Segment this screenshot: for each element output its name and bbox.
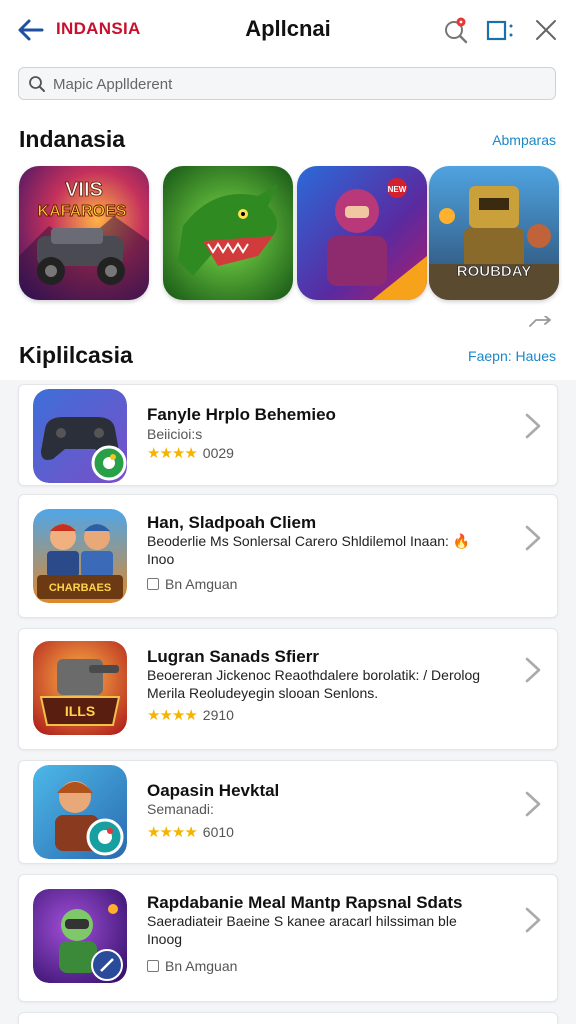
app-4-stars: ★★★★ <box>147 824 198 841</box>
featured-section: Indanasia Abmparas VIIS KAFAROES NEW ROU… <box>0 118 576 380</box>
app-1-icon <box>33 389 127 483</box>
app-5-meta: Bn Amguan <box>147 958 237 974</box>
app-2-description: Beoderlie Ms Sonlersal Carero Shldilemol… <box>147 533 471 567</box>
back-arrow-icon[interactable] <box>16 17 44 43</box>
app-4-subtitle: Semanadi: <box>147 801 214 817</box>
close-icon[interactable] <box>532 16 560 44</box>
app-3-icon-text: ILLS <box>65 703 95 719</box>
featured-app-robot[interactable]: ROUBDAY <box>429 166 559 300</box>
app-3-description: Beoereran Jickenoc Reaothdalere borolati… <box>147 667 481 701</box>
app-2-checkbox[interactable] <box>147 578 159 590</box>
app-2-name: Han, Sladpoah Cliem <box>147 513 317 532</box>
app-card-5[interactable]: Rapdabanie Meal Mantp Rapsnal Sdats Saer… <box>18 874 558 1002</box>
app-card-6-partial[interactable] <box>18 1012 558 1024</box>
app-5-checkbox[interactable] <box>147 960 159 972</box>
featured-app-dragon[interactable] <box>163 166 293 300</box>
app-card-1[interactable]: Fanyle Hrplo Behemieo Beiicioi:s ★★★★ 00… <box>18 384 558 486</box>
search-notification-icon[interactable] <box>442 16 470 44</box>
app-1-chevron-icon[interactable] <box>521 411 543 441</box>
app-2-chevron-icon[interactable] <box>521 523 543 553</box>
app-4-chevron-icon[interactable] <box>521 789 543 819</box>
apps-see-all-link[interactable]: Faepn: Haues <box>468 348 556 364</box>
top-bar: INDANSIA Apllcnai <box>0 0 576 61</box>
app-3-rating-value: 2910 <box>202 707 234 723</box>
app-5-name: Rapdabanie Meal Mantp Rapsnal Sdats <box>147 893 463 912</box>
app-3-stars: ★★★★ <box>147 707 198 724</box>
app-3-name: Lugran Sanads Sfierr <box>147 647 319 666</box>
app-1-rating: ★★★★ 0029 <box>147 444 234 462</box>
app-4-icon <box>33 765 127 859</box>
search-bar-area <box>0 60 576 118</box>
app-4-rating-value: 6010 <box>202 824 234 840</box>
search-input[interactable] <box>51 68 545 101</box>
app-card-4[interactable]: Oapasin Hevktal Semanadi: ★★★★ 6010 <box>18 760 558 864</box>
featured-app-1-title-line2: KAFAROES <box>38 203 127 220</box>
app-1-subtitle: Beiicioi:s <box>147 426 203 442</box>
app-2-icon-text: CHARBAES <box>49 582 111 594</box>
app-2-meta: Bn Amguan <box>147 576 237 592</box>
featured-see-all-link[interactable]: Abmparas <box>492 132 556 148</box>
featured-app-racing[interactable]: VIIS KAFAROES <box>19 166 149 300</box>
featured-apps-row: VIIS KAFAROES NEW ROUBDAY <box>19 166 559 300</box>
app-3-icon: ILLS <box>33 641 127 735</box>
app-card-2[interactable]: CHARBAES Han, Sladpoah Cliem Beoderlie M… <box>18 494 558 618</box>
featured-app-hero[interactable]: NEW <box>297 166 427 300</box>
app-2-icon: CHARBAES <box>33 509 127 603</box>
scroll-more-arrow-icon[interactable] <box>528 316 554 332</box>
app-card-3[interactable]: ILLS Lugran Sanads Sfierr Beoereran Jick… <box>18 628 558 750</box>
app-5-chevron-icon[interactable] <box>521 905 543 935</box>
app-4-name: Oapasin Hevktal <box>147 781 280 800</box>
featured-app-1-title-line1: VIIS <box>65 179 103 201</box>
featured-app-4-title: ROUBDAY <box>457 263 531 280</box>
app-1-stars: ★★★★ <box>147 445 198 462</box>
app-3-rating: ★★★★ 2910 <box>147 706 234 724</box>
app-2-meta-text: Bn Amguan <box>165 576 238 592</box>
window-icon[interactable] <box>486 16 514 44</box>
app-1-name: Fanyle Hrplo Behemieo <box>147 405 336 424</box>
app-3-chevron-icon[interactable] <box>521 655 543 685</box>
featured-app-3-badge: NEW <box>388 185 407 194</box>
search-icon <box>29 76 45 92</box>
app-5-description: Saeradiateir Baeine S kanee aracarl hils… <box>147 913 457 947</box>
app-5-icon <box>33 889 127 983</box>
brand-label: INDANSIA <box>56 19 141 38</box>
app-1-rating-value: 0029 <box>202 445 234 461</box>
app-4-rating: ★★★★ 6010 <box>147 823 234 841</box>
apps-section-title: Kiplilcasia <box>19 342 133 368</box>
search-box[interactable] <box>18 67 556 101</box>
featured-section-title: Indanasia <box>19 126 126 152</box>
app-5-meta-text: Bn Amguan <box>165 958 238 974</box>
